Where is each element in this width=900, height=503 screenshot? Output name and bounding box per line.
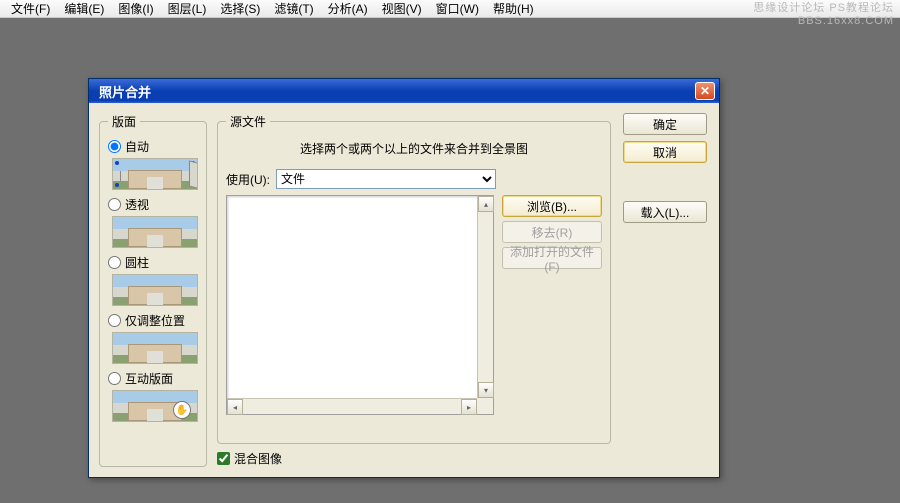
add-open-files-button: 添加打开的文件(F) [502,247,602,269]
blend-checkbox[interactable] [217,452,230,465]
scroll-left-arrow[interactable]: ◂ [227,399,243,415]
scroll-right-arrow[interactable]: ▸ [461,399,477,415]
load-button[interactable]: 载入(L)... [623,201,707,223]
thumb-auto [112,158,198,190]
vertical-scrollbar[interactable]: ▴ ▾ [477,196,493,398]
radio-reposition[interactable] [108,314,121,327]
layout-option-reposition[interactable]: 仅调整位置 [108,312,198,368]
remove-button: 移去(R) [502,221,602,243]
radio-perspective[interactable] [108,198,121,211]
cancel-button[interactable]: 取消 [623,141,707,163]
ok-button[interactable]: 确定 [623,113,707,135]
layout-option-cylindrical[interactable]: 圆柱 [108,254,198,310]
menu-select[interactable]: 选择(S) [213,0,267,17]
layout-option-interactive[interactable]: 互动版面 ✋ [108,370,198,426]
dialog-title: 照片合并 [99,82,695,101]
thumb-interactive: ✋ [112,390,198,422]
close-button[interactable]: ✕ [695,82,715,100]
watermark: 思缘设计论坛 PS教程论坛 BBS.16xx8.COM [753,2,894,28]
source-group: 源文件 选择两个或两个以上的文件来合并到全景图 使用(U): 文件 ▴ ▾ [217,113,611,444]
layout-group: 版面 自动 透视 圆柱 仅调整位置 [99,113,207,467]
radio-cylindrical[interactable] [108,256,121,269]
layout-option-perspective[interactable]: 透视 [108,196,198,252]
menu-filter[interactable]: 滤镜(T) [267,0,320,17]
hand-cursor-icon: ✋ [173,401,191,419]
menu-image[interactable]: 图像(I) [111,0,160,17]
thumb-cylindrical [112,274,198,306]
scroll-corner [477,398,493,414]
scroll-down-arrow[interactable]: ▾ [478,382,494,398]
layout-legend: 版面 [108,113,140,130]
use-label: 使用(U): [226,171,270,188]
thumb-reposition [112,332,198,364]
menu-help[interactable]: 帮助(H) [486,0,541,17]
menu-window[interactable]: 窗口(W) [429,0,486,17]
radio-auto[interactable] [108,140,121,153]
source-legend: 源文件 [226,113,270,130]
blend-row[interactable]: 混合图像 [217,450,611,467]
source-instruction: 选择两个或两个以上的文件来合并到全景图 [226,140,602,157]
scroll-up-arrow[interactable]: ▴ [478,196,494,212]
use-select[interactable]: 文件 [276,169,496,189]
photomerge-dialog: 照片合并 ✕ 版面 自动 透视 圆柱 [88,78,720,478]
blend-label: 混合图像 [234,450,282,467]
radio-interactive[interactable] [108,372,121,385]
menu-layer[interactable]: 图层(L) [161,0,214,17]
titlebar[interactable]: 照片合并 ✕ [89,79,719,103]
menu-file[interactable]: 文件(F) [4,0,57,17]
menu-edit[interactable]: 编辑(E) [57,0,111,17]
thumb-perspective [112,216,198,248]
horizontal-scrollbar[interactable]: ◂ ▸ [227,398,493,414]
layout-option-auto[interactable]: 自动 [108,138,198,194]
browse-button[interactable]: 浏览(B)... [502,195,602,217]
menu-view[interactable]: 视图(V) [375,0,429,17]
menu-analysis[interactable]: 分析(A) [321,0,375,17]
file-list[interactable]: ▴ ▾ ◂ ▸ [226,195,494,415]
